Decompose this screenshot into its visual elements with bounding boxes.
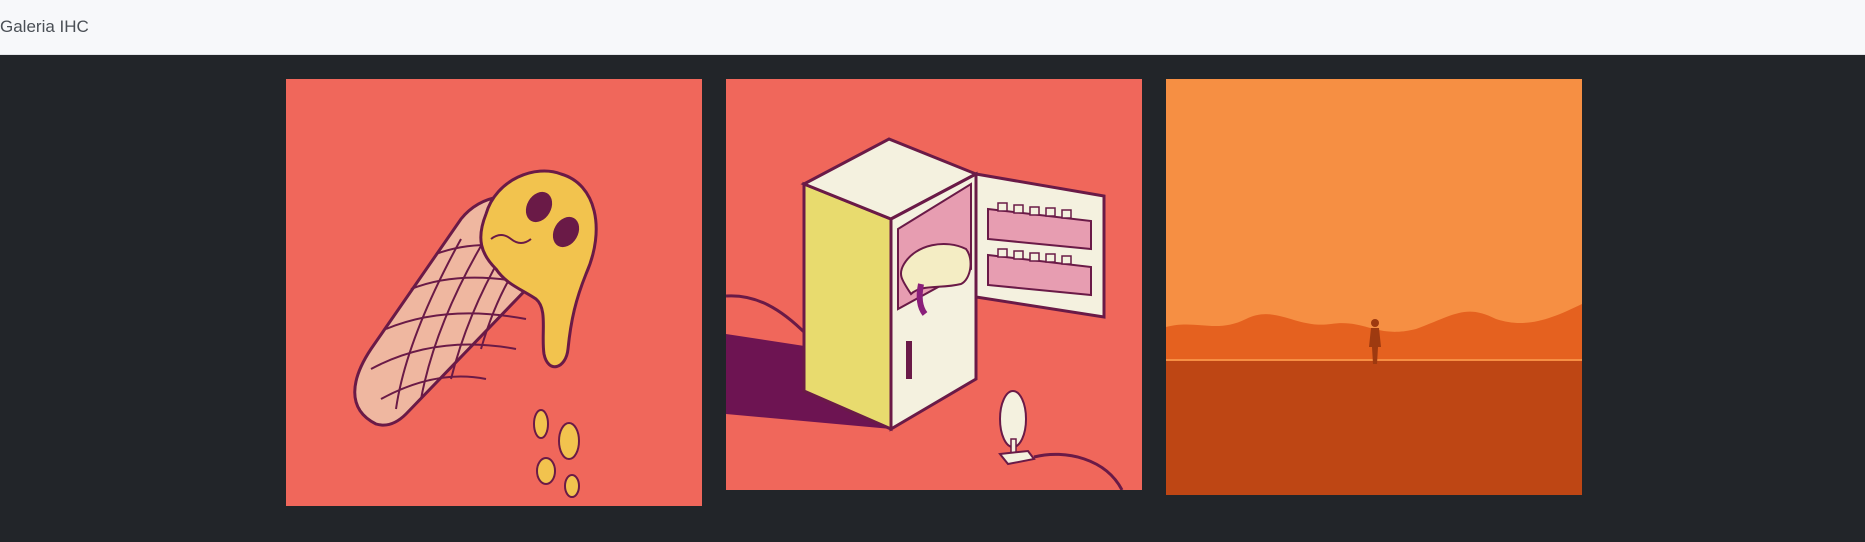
gallery-image-desert[interactable]: [1166, 79, 1582, 495]
desert-illustration: [1166, 79, 1582, 495]
navbar: Galeria IHC: [0, 0, 1865, 55]
brand-link[interactable]: Galeria IHC: [0, 17, 89, 37]
ice-cream-illustration: [286, 79, 702, 506]
image-gallery: [0, 55, 1865, 542]
gallery-image-ice-cream[interactable]: [286, 79, 702, 506]
gallery-image-fridge[interactable]: [726, 79, 1142, 490]
fridge-illustration: [726, 79, 1142, 490]
